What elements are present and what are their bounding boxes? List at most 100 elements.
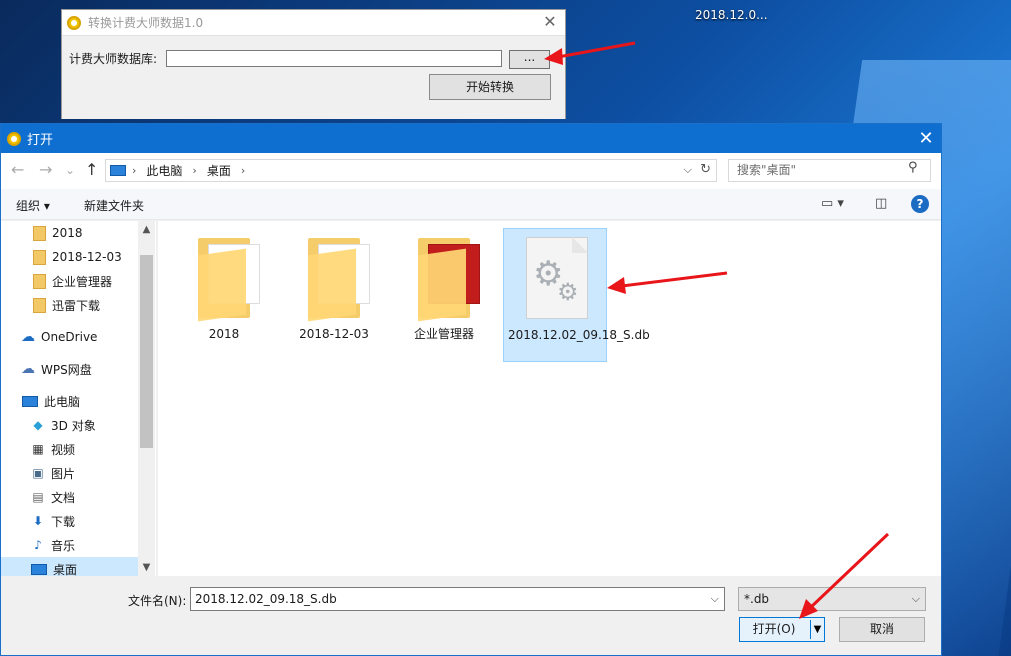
sidebar-scrollbar[interactable]: ▲ ▼: [138, 221, 155, 576]
cube-icon: ◆: [33, 418, 43, 432]
sidebar-item-onedrive[interactable]: ☁ OneDrive: [1, 325, 138, 349]
scrollbar-thumb[interactable]: [140, 255, 153, 448]
address-bar[interactable]: › 此电脑 › 桌面 › ⌵ ↻: [105, 159, 717, 182]
sidebar-item-enterprise-manager[interactable]: 企业管理器: [1, 269, 138, 293]
scroll-down-icon[interactable]: ▼: [138, 559, 155, 576]
sidebar-item-3d-objects[interactable]: ◆ 3D 对象: [1, 413, 138, 437]
browse-button[interactable]: ...: [509, 50, 550, 69]
sidebar-item-label: 下载: [51, 514, 76, 529]
sidebar-item-wps-drive[interactable]: ☁ WPS网盘: [1, 357, 138, 381]
file-item-label: 企业管理器: [413, 327, 474, 341]
navigation-pane: 2018 2018-12-03 企业管理器 迅雷下载 ☁ OneDrive ☁ …: [1, 221, 156, 576]
sidebar-item-pictures[interactable]: ▣ 图片: [1, 461, 138, 485]
filename-value: 2018.12.02_09.18_S.db: [195, 592, 337, 606]
organize-menu[interactable]: 组织 ▾: [16, 197, 50, 214]
sidebar-item-label: 2018-12-03: [52, 250, 122, 264]
sidebar-item-videos[interactable]: ▦ 视频: [1, 437, 138, 461]
sidebar-item-2018[interactable]: 2018: [1, 221, 138, 245]
video-icon: ▦: [32, 442, 44, 456]
sidebar-item-this-pc[interactable]: 此电脑: [1, 389, 138, 413]
sidebar-item-music[interactable]: ♪ 音乐: [1, 533, 138, 557]
file-item-label: 2018: [208, 327, 240, 341]
dialog-close-button[interactable]: ✕: [911, 124, 941, 153]
open-button-label[interactable]: 打开(O): [740, 618, 808, 641]
sidebar-item-documents[interactable]: ▤ 文档: [1, 485, 138, 509]
folder-icon: [33, 297, 46, 313]
database-label: 计费大师数据库:: [69, 52, 158, 66]
file-item-folder-2018[interactable]: 2018: [172, 228, 276, 362]
navigation-bar: ← → ⌄ ↑ › 此电脑 › 桌面 › ⌵ ↻ 搜索"桌面" ⚲: [1, 153, 941, 189]
gear-icon: ⚙: [557, 278, 579, 306]
chevron-down-icon[interactable]: ⌵: [684, 163, 692, 177]
cloud-icon: ☁: [21, 361, 35, 377]
recent-locations-icon[interactable]: ⌄: [65, 162, 75, 178]
breadcrumb-desktop[interactable]: 桌面: [207, 162, 231, 179]
preview-pane-icon[interactable]: ◫: [875, 196, 887, 211]
filename-row: 文件名(N): 2018.12.02_09.18_S.db ⌵ *.db ⌵: [1, 584, 941, 614]
open-button[interactable]: 打开(O) ▼: [739, 617, 825, 642]
dialog-titlebar: 打开: [1, 124, 941, 153]
up-arrow-icon[interactable]: ↑: [85, 162, 98, 178]
folder-icon: [308, 238, 370, 322]
sidebar-item-label: 2018: [52, 226, 83, 240]
download-icon: ⬇: [32, 514, 44, 528]
chevron-right-icon: ›: [132, 164, 137, 177]
cancel-button[interactable]: 取消: [839, 617, 925, 642]
filename-label: 文件名(N):: [128, 594, 187, 608]
file-item-folder-2018-12-03[interactable]: 2018-12-03: [282, 228, 386, 362]
file-item-folder-enterprise[interactable]: 企业管理器: [392, 228, 496, 362]
sidebar-item-label: OneDrive: [41, 330, 98, 344]
sidebar-item-desktop[interactable]: 桌面: [1, 557, 138, 576]
search-icon[interactable]: ⚲: [908, 160, 918, 175]
back-arrow-icon[interactable]: ←: [11, 162, 24, 178]
sidebar-item-2018-12-03[interactable]: 2018-12-03: [1, 245, 138, 269]
sidebar-item-label: 视频: [51, 442, 76, 457]
computer-icon: [110, 165, 126, 176]
dialog-title: 打开: [27, 133, 54, 148]
converter-close-button[interactable]: ✕: [541, 13, 559, 31]
start-convert-button[interactable]: 开始转换: [429, 74, 551, 100]
converter-title: 转换计费大师数据1.0: [88, 16, 204, 30]
cloud-icon: ☁: [21, 329, 35, 345]
file-type-filter[interactable]: *.db ⌵: [738, 587, 926, 611]
filter-value: *.db: [744, 592, 770, 606]
desktop-file-label[interactable]: 2018.12.0...: [695, 8, 768, 22]
sidebar-item-thunder-downloads[interactable]: 迅雷下载: [1, 293, 138, 317]
new-folder-button[interactable]: 新建文件夹: [84, 197, 144, 214]
sidebar-item-label: 3D 对象: [51, 418, 96, 433]
sidebar-item-label: 文档: [51, 490, 76, 505]
help-icon[interactable]: ?: [911, 195, 929, 213]
file-item-label: 2018.12.02_09.18_S.db: [508, 328, 650, 342]
breadcrumb-this-pc[interactable]: 此电脑: [146, 162, 182, 179]
command-toolbar: 组织 ▾ 新建文件夹 ▭ ▾ ◫ ?: [1, 189, 941, 220]
sidebar-item-label: 企业管理器: [52, 274, 113, 289]
desktop-icon: [31, 563, 47, 575]
chevron-right-icon[interactable]: ›: [241, 164, 245, 177]
sidebar-item-downloads[interactable]: ⬇ 下载: [1, 509, 138, 533]
file-item-label: 2018-12-03: [299, 327, 369, 341]
scroll-up-icon[interactable]: ▲: [138, 221, 155, 238]
app-logo-icon: [67, 15, 81, 30]
chevron-down-icon[interactable]: ⌵: [711, 588, 719, 610]
refresh-icon[interactable]: ↻: [700, 162, 711, 177]
sidebar-item-label: 迅雷下载: [52, 298, 101, 313]
forward-arrow-icon[interactable]: →: [39, 162, 52, 178]
sidebar-item-label: WPS网盘: [41, 362, 92, 377]
open-dropdown-icon[interactable]: ▼: [810, 620, 824, 639]
sidebar-item-label: 音乐: [51, 538, 76, 553]
search-input[interactable]: 搜索"桌面": [728, 159, 931, 182]
filename-input[interactable]: 2018.12.02_09.18_S.db ⌵: [190, 587, 725, 611]
arrow-to-browse-button: [557, 41, 636, 59]
settings-file-icon: ⚙ ⚙: [526, 237, 588, 319]
sidebar-item-label: 桌面: [53, 562, 78, 577]
database-path-input[interactable]: [166, 50, 502, 67]
view-options-icon[interactable]: ▭ ▾: [821, 196, 844, 211]
converter-window: 转换计费大师数据1.0 ✕ 计费大师数据库: ... 开始转换: [61, 9, 566, 119]
folder-icon: [33, 273, 46, 289]
chevron-down-icon[interactable]: ⌵: [912, 588, 920, 610]
picture-icon: ▣: [32, 466, 44, 480]
folder-icon: [198, 238, 260, 322]
file-item-db-file[interactable]: ⚙ ⚙ 2018.12.02_09.18_S.db: [503, 228, 650, 362]
folder-icon: [33, 249, 46, 265]
sidebar-item-label: 图片: [51, 466, 76, 481]
